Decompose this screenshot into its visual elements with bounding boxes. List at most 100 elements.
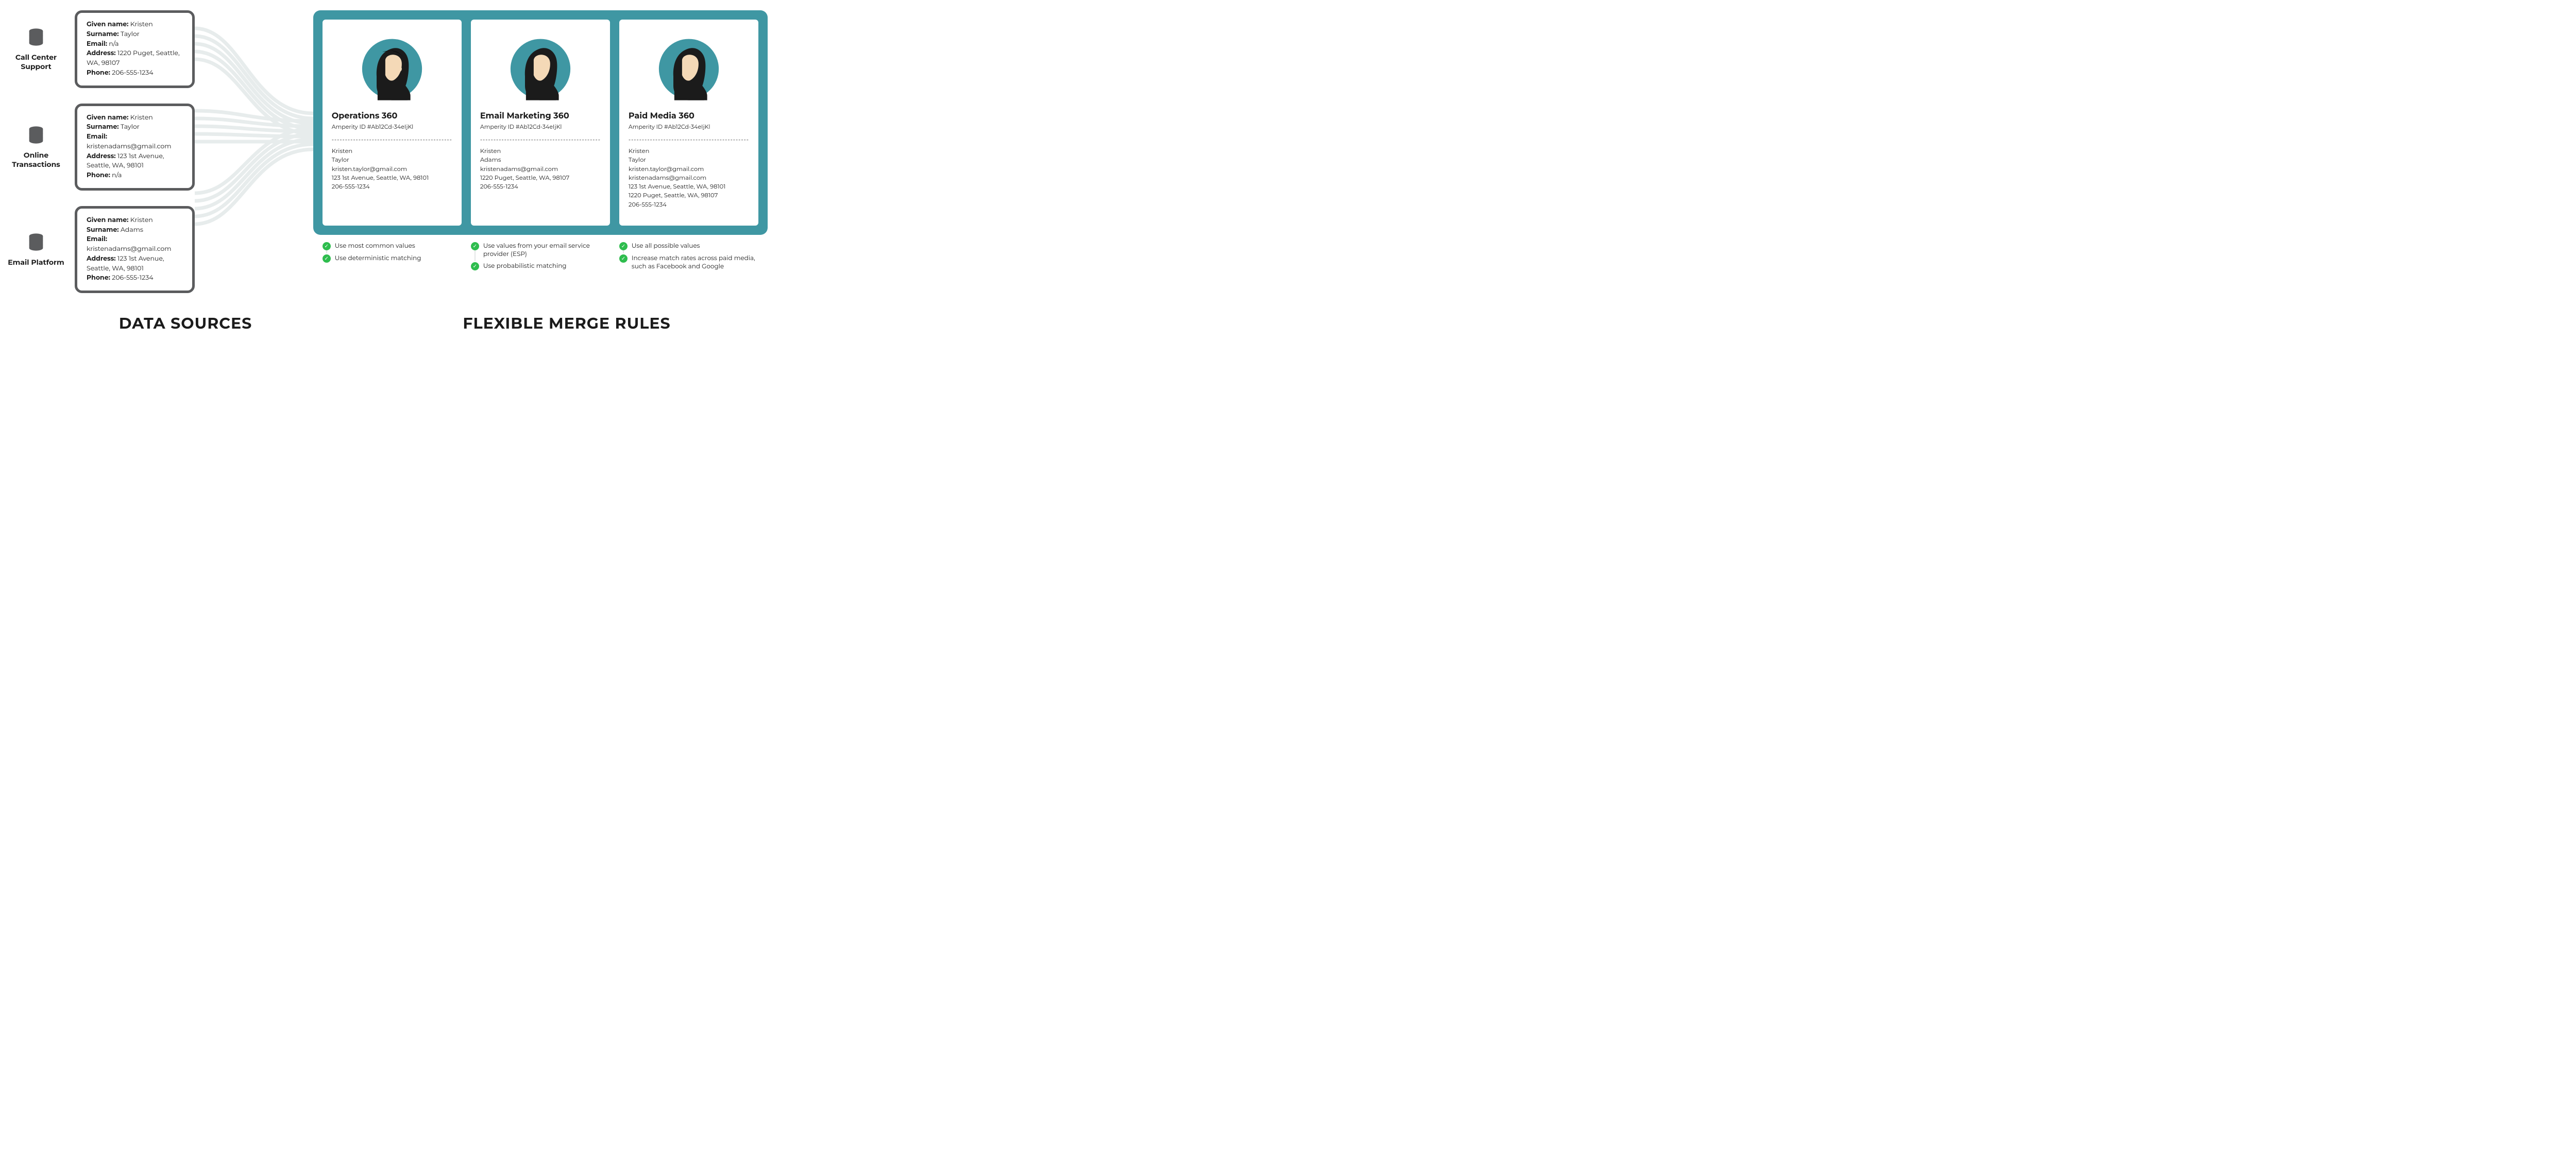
database-icon	[26, 27, 46, 50]
profile-field: Kristen	[480, 147, 601, 156]
check-icon: ✓	[471, 242, 479, 250]
profile-field: 1220 Puget, Seattle, WA, 98107	[629, 191, 749, 200]
field-label: Address:	[87, 49, 116, 57]
profile-title: Paid Media 360	[629, 110, 749, 123]
field-value: kristenadams@gmail.com	[87, 143, 172, 150]
profile-field: 123 1st Avenue, Seattle, WA, 98101	[332, 174, 452, 182]
field-label: Phone:	[87, 172, 110, 179]
field-label: Surname:	[87, 123, 119, 131]
source-icon-column: Call Center Support	[5, 27, 67, 71]
divider-dashed: ----------------------------------------…	[480, 135, 601, 144]
rule-item: ✓ Increase match rates across paid media…	[619, 254, 758, 270]
check-icon: ✓	[323, 242, 331, 250]
field-label: Address:	[87, 152, 116, 160]
check-icon: ✓	[619, 242, 628, 250]
avatar-icon	[629, 28, 749, 105]
rules-column: ✓ Use most common values ✓ Use determini…	[323, 242, 462, 275]
field-label: Email:	[87, 133, 107, 141]
database-icon	[26, 125, 46, 148]
profile-field: Taylor	[629, 156, 749, 164]
profile-field: 206-555-1234	[629, 200, 749, 209]
profile-field: kristen.taylor@gmail.com	[332, 165, 452, 174]
diagram-root: Call Center Support Given name: Kristen …	[5, 10, 768, 293]
check-icon: ✓	[619, 254, 628, 263]
profile-field: 1220 Puget, Seattle, WA, 98107	[480, 174, 601, 182]
rules-column: ✓ Use values from your email service pro…	[471, 242, 610, 275]
profile-fields: Kristen Taylor kristen.taylor@gmail.com …	[332, 147, 452, 191]
field-label: Address:	[87, 255, 116, 263]
profile-field: Kristen	[332, 147, 452, 156]
field-label: Phone:	[87, 274, 110, 282]
field-label: Email:	[87, 235, 107, 243]
field-label: Email:	[87, 40, 107, 48]
check-icon: ✓	[471, 262, 479, 270]
rule-item: ✓ Use deterministic matching	[323, 254, 462, 263]
profile-field: Taylor	[332, 156, 452, 164]
field-label: Surname:	[87, 226, 119, 234]
amperity-id: Amperity ID #Ab12Cd-34eIjKl	[332, 123, 452, 131]
amperity-id: Amperity ID #Ab12Cd-34eIjKl	[629, 123, 749, 131]
amperity-id: Amperity ID #Ab12Cd-34eIjKl	[480, 123, 601, 131]
source-label: Online Transactions	[5, 151, 67, 169]
section-title-data-sources: DATA SOURCES	[5, 314, 366, 333]
profile-field: 206-555-1234	[480, 182, 601, 191]
source-label: Email Platform	[8, 258, 64, 267]
data-sources-column: Call Center Support Given name: Kristen …	[5, 10, 195, 293]
field-value: Kristen	[130, 216, 153, 224]
profile-fields: Kristen Taylor kristen.taylor@gmail.com …	[629, 147, 749, 209]
source-label: Call Center Support	[5, 53, 67, 71]
divider-dashed: ----------------------------------------…	[629, 135, 749, 144]
rule-text: Use probabilistic matching	[483, 262, 610, 270]
profile-title: Operations 360	[332, 110, 452, 123]
field-value: n/a	[109, 40, 118, 48]
field-value: kristenadams@gmail.com	[87, 245, 172, 253]
field-value: Adams	[121, 226, 143, 234]
source-icon-column: Email Platform	[5, 232, 67, 267]
rule-item: ✓ Use all possible values	[619, 242, 758, 250]
data-source-row: Call Center Support Given name: Kristen …	[5, 10, 195, 88]
field-value: 206-555-1234	[112, 69, 153, 77]
rule-text: Use deterministic matching	[335, 254, 462, 263]
footer-titles: DATA SOURCES FLEXIBLE MERGE RULES	[5, 314, 768, 333]
field-value: Kristen	[130, 21, 153, 28]
rule-text: Use most common values	[335, 242, 462, 250]
field-label: Given name:	[87, 216, 128, 224]
rule-item: ✓ Use values from your email service pro…	[471, 242, 610, 258]
field-value: 206-555-1234	[112, 274, 153, 282]
profile-field: kristen.taylor@gmail.com	[629, 165, 749, 174]
field-value: Taylor	[121, 123, 140, 131]
section-title-merge-rules: FLEXIBLE MERGE RULES	[366, 314, 768, 333]
profile-card-operations: Operations 360 Amperity ID #Ab12Cd-34eIj…	[323, 20, 462, 226]
profile-title: Email Marketing 360	[480, 110, 601, 123]
field-value: n/a	[112, 172, 122, 179]
profile-card-email-marketing: Email Marketing 360 Amperity ID #Ab12Cd-…	[471, 20, 610, 226]
profile-card-paid-media: Paid Media 360 Amperity ID #Ab12Cd-34eIj…	[619, 20, 758, 226]
field-label: Surname:	[87, 30, 119, 38]
profile-fields: Kristen Adams kristenadams@gmail.com 122…	[480, 147, 601, 191]
rule-item: ✓ Use probabilistic matching	[471, 262, 610, 270]
rule-text: Use values from your email service provi…	[483, 242, 610, 258]
rule-text: Use all possible values	[632, 242, 758, 250]
avatar-icon	[480, 28, 601, 105]
flow-lines	[195, 10, 313, 252]
source-card: Given name: Kristen Surname: Taylor Emai…	[75, 10, 195, 88]
check-icon: ✓	[323, 254, 331, 263]
field-value: Taylor	[121, 30, 140, 38]
divider-dashed: ----------------------------------------…	[332, 135, 452, 144]
profile-field: kristenadams@gmail.com	[629, 174, 749, 182]
avatar-icon	[332, 28, 452, 105]
profile-field: Adams	[480, 156, 601, 164]
rules-column: ✓ Use all possible values ✓ Increase mat…	[619, 242, 758, 275]
data-source-row: Email Platform Given name: Kristen Surna…	[5, 206, 195, 293]
field-label: Phone:	[87, 69, 110, 77]
profile-field: 206-555-1234	[332, 182, 452, 191]
merge-rules-column: Operations 360 Amperity ID #Ab12Cd-34eIj…	[313, 10, 768, 275]
field-value: Kristen	[130, 114, 153, 122]
profile-field: kristenadams@gmail.com	[480, 165, 601, 174]
source-card: Given name: Kristen Surname: Adams Email…	[75, 206, 195, 293]
merge-profiles-container: Operations 360 Amperity ID #Ab12Cd-34eIj…	[313, 10, 768, 235]
source-icon-column: Online Transactions	[5, 125, 67, 169]
merge-rules-row: ✓ Use most common values ✓ Use determini…	[313, 242, 768, 275]
field-label: Given name:	[87, 21, 128, 28]
rule-text: Increase match rates across paid media, …	[632, 254, 758, 270]
